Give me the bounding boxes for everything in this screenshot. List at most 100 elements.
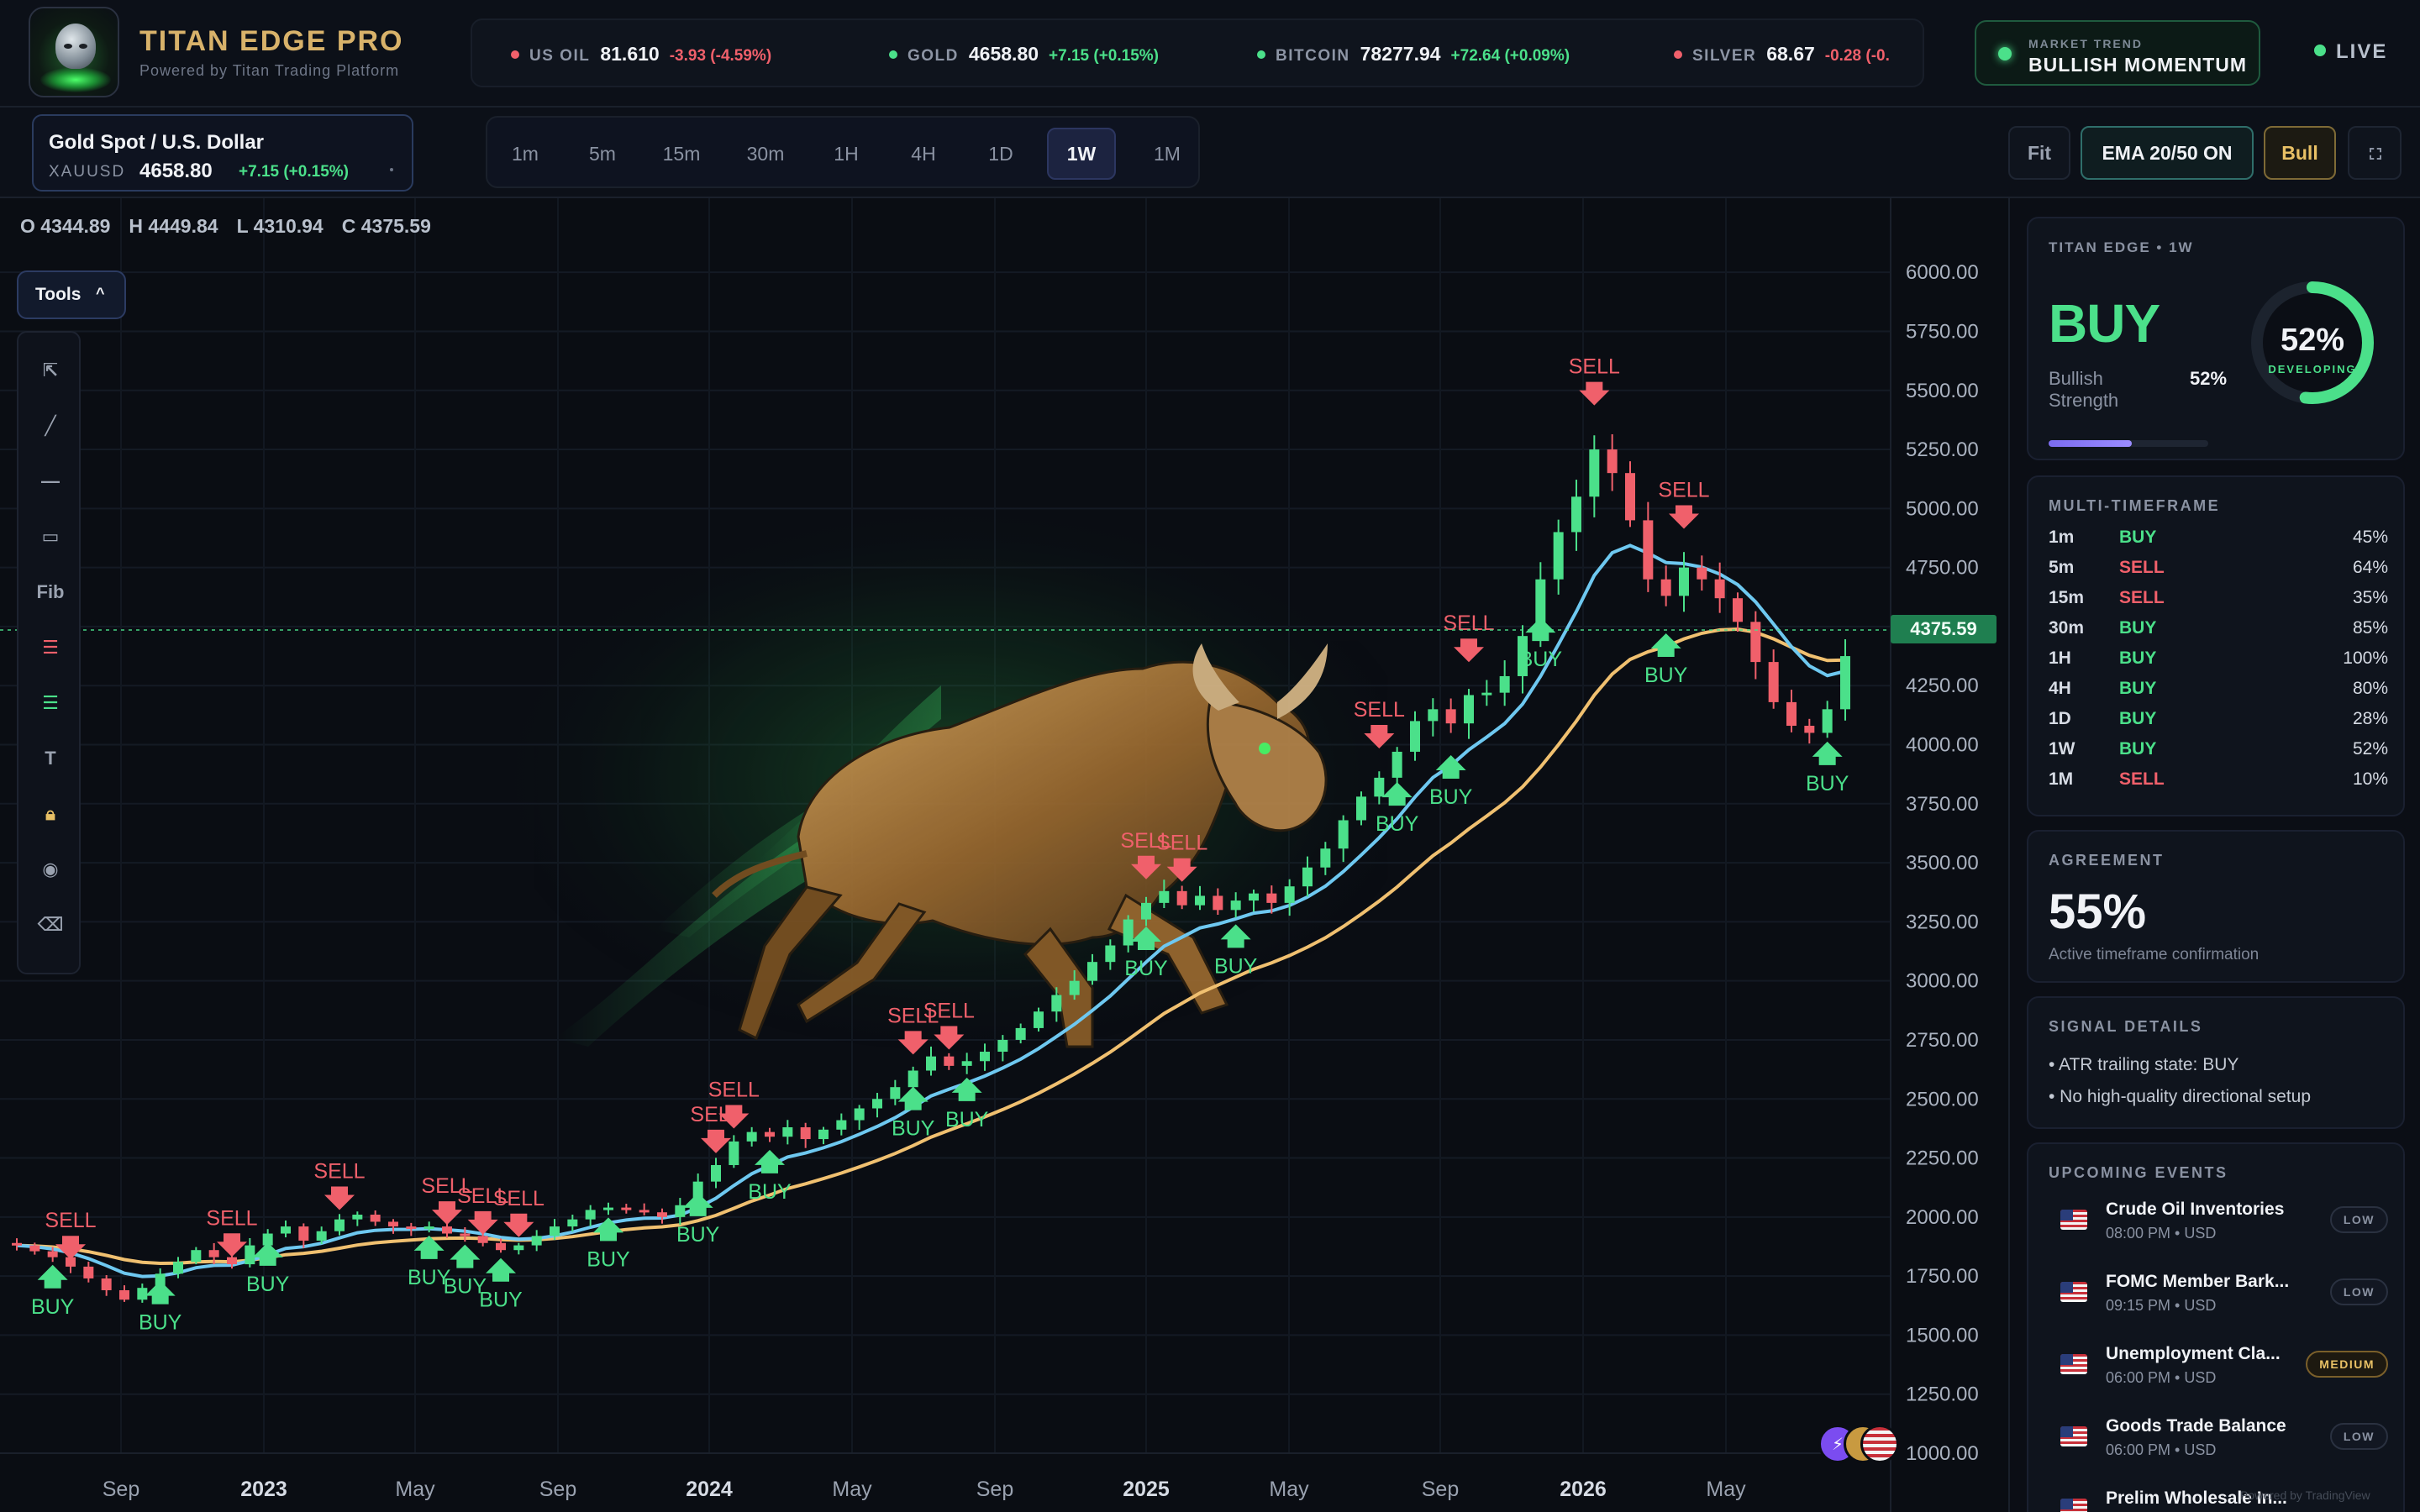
bull-illustration xyxy=(487,501,1428,1055)
event-item[interactable]: FOMC Member Bark... 09:15 PM • USD LOW xyxy=(2049,1267,2388,1326)
candle-body xyxy=(1356,796,1366,821)
y-tick-label: 4750.00 xyxy=(1906,557,1979,580)
market-trend-box[interactable]: MARKET TREND BULLISH MOMENTUM xyxy=(1975,20,2260,86)
mtf-row-1h[interactable]: 1H BUY 100% xyxy=(2049,648,2388,679)
mtf-signal: BUY xyxy=(2119,618,2157,638)
candle-body xyxy=(1249,893,1259,901)
us-flag-icon[interactable] xyxy=(1860,1425,1899,1463)
ticker-gold[interactable]: GOLD 4658.80 +7.15 (+0.15%) xyxy=(889,43,1159,66)
timeframe-1m-button[interactable]: 1M xyxy=(1141,128,1193,180)
timeframe-1m-button[interactable]: 1m xyxy=(499,128,551,180)
ticker-silver[interactable]: SILVER 68.67 -0.28 (-0. xyxy=(1674,43,1890,66)
eye-icon[interactable]: ◉ xyxy=(18,847,82,892)
fit-button[interactable]: Fit xyxy=(2008,126,2070,180)
buy-label: BUY xyxy=(1644,664,1688,687)
cursor-arrow-icon[interactable]: ⇱ xyxy=(18,348,82,393)
trend-line-icon[interactable]: ╱ xyxy=(18,403,82,449)
candle-body xyxy=(1284,886,1295,903)
titan-logo[interactable] xyxy=(29,7,119,97)
y-tick-label: 5000.00 xyxy=(1906,497,1979,520)
candle-body xyxy=(585,1210,596,1220)
price-chart[interactable]: SELL BUY BUY SELL BUY SELL SELL BUY SELL BUY SELL B… xyxy=(0,198,2008,1512)
event-item[interactable]: Crude Oil Inventories 08:00 PM • USD LOW xyxy=(2049,1194,2388,1253)
long-position-icon[interactable]: ☰ xyxy=(18,625,82,670)
event-name: Unemployment Cla... xyxy=(2106,1344,2281,1363)
text-tool[interactable]: T xyxy=(18,736,82,781)
candle-body xyxy=(836,1120,847,1130)
candle-body xyxy=(1320,848,1331,868)
eraser-icon[interactable]: ⌫ xyxy=(18,902,82,948)
status-dot-icon xyxy=(1674,50,1682,59)
candle-body xyxy=(388,1221,398,1227)
candle-body xyxy=(997,1039,1008,1053)
y-tick-label: 1000.00 xyxy=(1906,1442,1979,1465)
sell-arrow-icon xyxy=(324,1186,355,1210)
tools-toggle-button[interactable]: Tools ^ xyxy=(17,270,126,319)
symbol-ticker: XAUUSD xyxy=(49,163,126,181)
multi-timeframe-card: MULTI-TIMEFRAME 1m BUY 45% 5m SELL 64% 15m SELL… xyxy=(2027,475,2405,816)
mtf-row-4h[interactable]: 4H BUY 80% xyxy=(2049,679,2388,709)
horizontal-line-icon[interactable]: — xyxy=(18,459,82,504)
candle-body xyxy=(1105,945,1116,963)
bull-theme-button[interactable]: Bull xyxy=(2264,126,2336,180)
mtf-row-15m[interactable]: 15m SELL 35% xyxy=(2049,588,2388,618)
rectangle-icon[interactable]: ▭ xyxy=(18,514,82,559)
mtf-row-1m[interactable]: 1M SELL 10% xyxy=(2049,769,2388,800)
candle-body xyxy=(442,1226,452,1234)
mtf-row-30m[interactable]: 30m BUY 85% xyxy=(2049,618,2388,648)
status-dot-icon xyxy=(1998,47,2012,60)
buy-label: BUY xyxy=(1806,772,1849,795)
candle-body xyxy=(83,1266,94,1278)
fib-tool[interactable]: Fib xyxy=(18,570,82,615)
mtf-row-1m[interactable]: 1m BUY 45% xyxy=(2049,528,2388,558)
timeframe-30m-button[interactable]: 30m xyxy=(729,128,802,180)
mtf-row-1w[interactable]: 1W BUY 52% xyxy=(2049,739,2388,769)
candle-body xyxy=(1034,1011,1044,1028)
ticker-bitcoin[interactable]: BITCOIN 78277.94 +72.64 (+0.09%) xyxy=(1257,43,1570,66)
candle-body xyxy=(281,1226,291,1234)
timeframe-15m-button[interactable]: 15m xyxy=(649,128,714,180)
candle-body xyxy=(1445,709,1456,724)
gauge-label: DEVELOPING xyxy=(2268,363,2357,375)
y-tick-label: 1750.00 xyxy=(1906,1265,1979,1288)
candle-body xyxy=(1697,567,1707,580)
mtf-row-1d[interactable]: 1D BUY 28% xyxy=(2049,709,2388,739)
sell-label: SELL xyxy=(1658,479,1709,502)
buy-label: BUY xyxy=(945,1108,989,1131)
candle-body xyxy=(926,1056,936,1071)
sell-arrow-icon xyxy=(701,1129,731,1153)
indicator-badges: ⚡ xyxy=(1818,1425,1902,1467)
timeframe-1d-button[interactable]: 1D xyxy=(975,128,1027,180)
buy-label: BUY xyxy=(1519,648,1563,671)
x-tick-label: 2026 xyxy=(1560,1478,1607,1501)
candle-body xyxy=(1625,473,1635,521)
ema-toggle-button[interactable]: EMA 20/50 ON xyxy=(2081,126,2254,180)
event-item[interactable]: Unemployment Cla... 06:00 PM • USD MEDIUM xyxy=(2049,1339,2388,1398)
candle-body xyxy=(1499,675,1510,693)
candle-body xyxy=(818,1129,829,1140)
timeframe-selector: 1m 5m 15m 30m 1H 4H 1D 1W 1M xyxy=(486,116,1200,188)
timeframe-1w-button[interactable]: 1W xyxy=(1047,128,1116,180)
mtf-row-5m[interactable]: 5m SELL 64% xyxy=(2049,558,2388,588)
timeframe-4h-button[interactable]: 4H xyxy=(897,128,950,180)
symbol-selector[interactable]: Gold Spot / U.S. Dollar XAUUSD 4658.80 +… xyxy=(32,114,413,192)
us-flag-icon xyxy=(2060,1354,2087,1374)
lock-icon[interactable]: 🔒︎ xyxy=(18,791,82,837)
short-position-icon[interactable]: ☰ xyxy=(18,680,82,726)
x-tick-label: 2024 xyxy=(686,1478,733,1501)
candle-body xyxy=(1750,622,1761,663)
candle-body xyxy=(1266,893,1277,903)
y-tick-label: 1250.00 xyxy=(1906,1383,1979,1406)
ohlc-low: L 4310.94 xyxy=(236,215,324,237)
fullscreen-button[interactable] xyxy=(2348,126,2402,180)
event-item[interactable]: Goods Trade Balance 06:00 PM • USD LOW xyxy=(2049,1411,2388,1470)
mtf-timeframe: 1m xyxy=(2049,528,2075,547)
timeframe-5m-button[interactable]: 5m xyxy=(576,128,629,180)
ticker-strip: US OIL 81.610 -3.93 (-4.59%) GOLD 4658.80 +7… xyxy=(471,18,1924,87)
timeframe-1h-button[interactable]: 1H xyxy=(820,128,872,180)
candle-body xyxy=(245,1245,255,1265)
ticker-us-oil[interactable]: US OIL 81.610 -3.93 (-4.59%) xyxy=(511,43,771,66)
candle-body xyxy=(872,1099,882,1109)
x-tick-label: Sep xyxy=(1422,1478,1459,1501)
chart-area[interactable]: SELL BUY BUY SELL BUY SELL SELL BUY SELL BUY SELL B… xyxy=(0,198,2008,1512)
